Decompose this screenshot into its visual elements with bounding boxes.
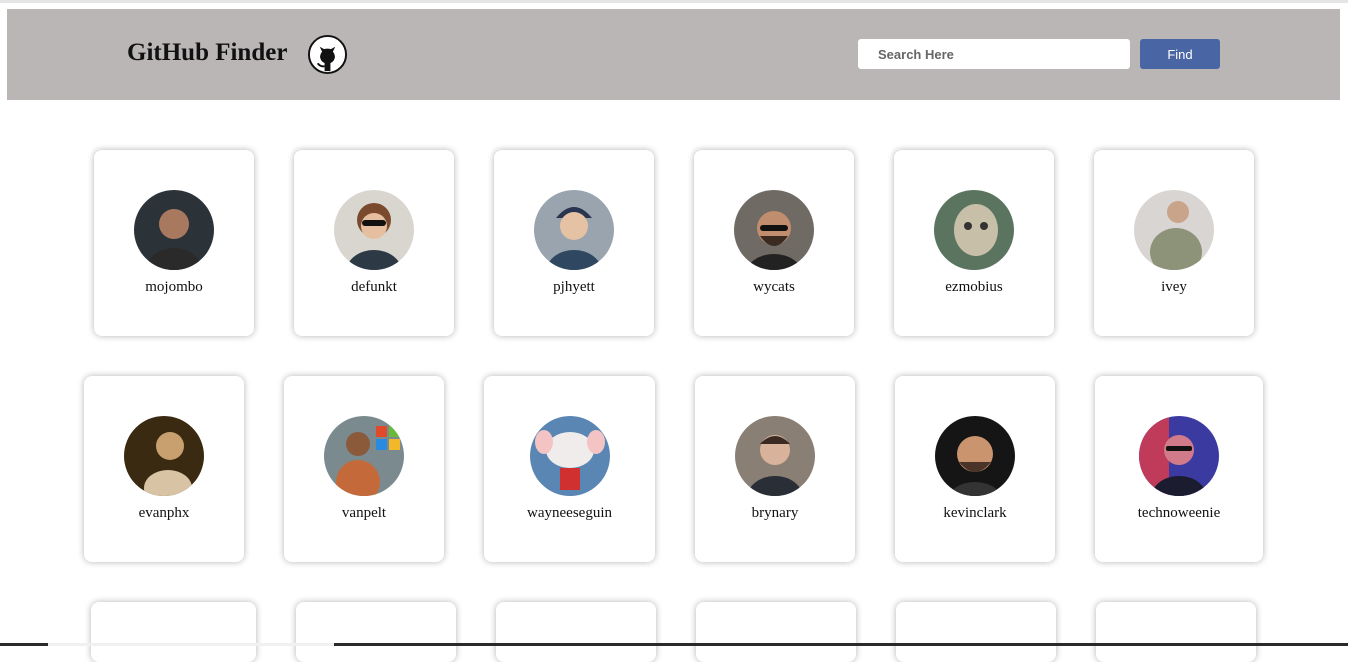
user-avatar [134, 190, 214, 270]
username: kevinclark [943, 505, 1007, 521]
navbar: GitHub Finder Find [7, 9, 1340, 100]
user-card[interactable]: pjhyett [494, 150, 654, 336]
user-card[interactable] [496, 602, 656, 662]
user-avatar [735, 416, 815, 496]
top-border [0, 0, 1348, 3]
user-card[interactable] [91, 602, 256, 662]
user-card[interactable] [896, 602, 1056, 662]
username: technoweenie [1137, 505, 1221, 521]
username: wayneeseguin [527, 505, 612, 521]
user-card[interactable]: wayneeseguin [484, 376, 655, 562]
username: mojombo [145, 279, 203, 295]
username: pjhyett [553, 279, 595, 295]
username: brynary [751, 505, 799, 521]
username: evanphx [138, 505, 190, 521]
user-avatar [1134, 190, 1214, 270]
username: ezmobius [945, 279, 1003, 295]
user-avatar [324, 416, 404, 496]
user-card[interactable] [296, 602, 456, 662]
user-card[interactable] [696, 602, 856, 662]
user-card[interactable]: mojombo [94, 150, 254, 336]
user-card[interactable]: evanphx [84, 376, 244, 562]
user-avatar [734, 190, 814, 270]
find-button[interactable]: Find [1140, 39, 1220, 69]
user-card[interactable]: wycats [694, 150, 854, 336]
user-card[interactable]: vanpelt [284, 376, 444, 562]
username: ivey [1161, 279, 1187, 295]
app-title: GitHub Finder [127, 39, 288, 66]
search-input[interactable] [858, 39, 1130, 69]
user-avatar [934, 190, 1014, 270]
user-avatar [124, 416, 204, 496]
user-avatar [534, 190, 614, 270]
github-icon [307, 34, 348, 75]
user-avatar [935, 416, 1015, 496]
username: wycats [753, 279, 795, 295]
user-avatar [334, 190, 414, 270]
user-avatar [1139, 416, 1219, 496]
user-card[interactable] [1096, 602, 1256, 662]
user-card[interactable]: brynary [695, 376, 855, 562]
username: vanpelt [341, 505, 387, 521]
user-card[interactable]: ivey [1094, 150, 1254, 336]
username: defunkt [351, 279, 397, 295]
user-avatar [530, 416, 610, 496]
user-card[interactable]: technoweenie [1095, 376, 1263, 562]
user-card[interactable]: ezmobius [894, 150, 1054, 336]
user-card[interactable]: defunkt [294, 150, 454, 336]
user-card[interactable]: kevinclark [895, 376, 1055, 562]
